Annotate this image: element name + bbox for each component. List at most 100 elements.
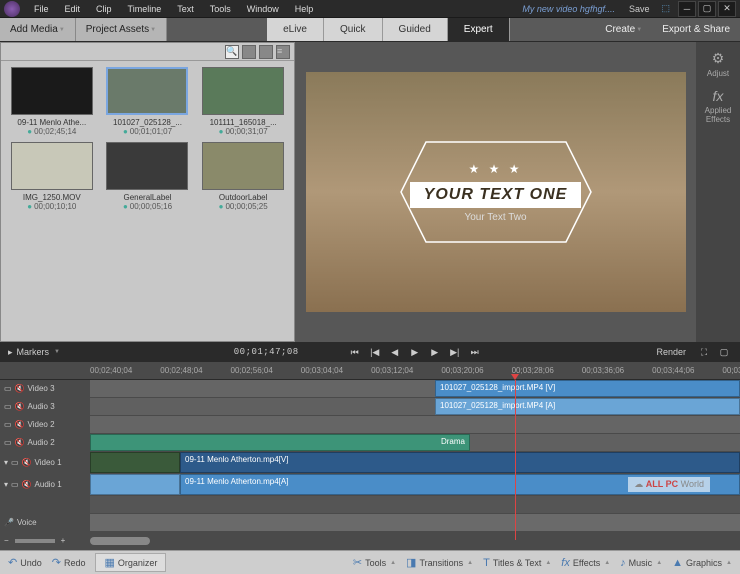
titles-button[interactable]: TTitles & Text▲ — [483, 557, 551, 569]
mute-icon[interactable]: 🔇 — [22, 480, 32, 489]
grid-view-icon[interactable] — [242, 45, 256, 59]
ruler-tick: 00;02;40;04 — [90, 366, 132, 375]
ruler-tick: 00;03;36;06 — [582, 366, 624, 375]
playback-bar: ▸ Markers▼ 00;01;47;08 ⏮ |◀ ◀ ▶ ▶ ▶| ⏭ R… — [0, 342, 740, 362]
organizer-button[interactable]: ▦Organizer — [95, 553, 166, 572]
right-rail: ⚙Adjust fxApplied Effects — [696, 42, 740, 342]
clip-audio2[interactable]: Drama — [90, 434, 470, 451]
timeline: ▭🔇Video 3 101027_025128_import.MP4 [V] ▭… — [0, 380, 740, 550]
clip-audio1-a[interactable] — [90, 474, 180, 495]
asset-duration: 00;00;31;07 — [198, 127, 288, 136]
tab-guided[interactable]: Guided — [383, 18, 448, 41]
clip-video1[interactable]: 09-11 Menlo Atherton.mp4[V] — [180, 452, 740, 473]
clip-thumb-1[interactable] — [90, 452, 180, 473]
track-video2: ▭🔇Video 2 — [0, 416, 740, 434]
maximize-button[interactable]: ▢ — [698, 1, 716, 17]
menu-window[interactable]: Window — [239, 2, 287, 16]
eye-icon[interactable]: ▭ — [4, 402, 12, 411]
track-audio2: ▭🔇Audio 2 Drama — [0, 434, 740, 452]
clip-audio3[interactable]: 101027_025128_import.MP4 [A] — [435, 398, 740, 415]
safe-margins-icon[interactable]: ▢ — [716, 347, 732, 358]
export-share-button[interactable]: Export & Share — [652, 18, 740, 41]
create-button[interactable]: Create▼ — [595, 18, 652, 41]
effects-button[interactable]: fxEffects▲ — [561, 557, 610, 569]
preview-frame[interactable]: ★ ★ ★ YOUR TEXT ONE Your Text Two — [306, 72, 686, 312]
search-icon[interactable]: 🔍 — [225, 45, 239, 59]
asset-item[interactable]: IMG_1250.MOV 00;00;10;10 — [7, 142, 97, 211]
eye-icon[interactable]: ▭ — [4, 420, 12, 429]
menu-help[interactable]: Help — [287, 2, 322, 16]
applied-effects-button[interactable]: fxApplied Effects — [701, 88, 735, 124]
step-back-icon[interactable]: |◀ — [367, 347, 383, 358]
asset-duration: 00;00;10;10 — [7, 202, 97, 211]
add-media-button[interactable]: Add Media▼ — [0, 18, 76, 41]
asset-item[interactable]: GeneralLabel 00;00;05;16 — [103, 142, 193, 211]
tab-quick[interactable]: Quick — [324, 18, 383, 41]
playhead[interactable] — [515, 380, 516, 540]
mic-icon[interactable]: 🎤 — [4, 518, 14, 527]
menu-timeline[interactable]: Timeline — [120, 2, 170, 16]
bottom-toolbar: ↶Undo ↷Redo ▦Organizer ✂Tools▲ ◨Transiti… — [0, 550, 740, 574]
fullscreen-icon[interactable]: ⛶ — [696, 347, 712, 358]
eye-icon[interactable]: ▭ — [4, 384, 12, 393]
eye-icon[interactable]: ▭ — [11, 458, 19, 467]
goto-start-icon[interactable]: ⏮ — [347, 347, 363, 358]
stars-icons: ★ ★ ★ — [410, 162, 582, 176]
undo-button[interactable]: ↶Undo — [8, 556, 42, 569]
clip-video3[interactable]: 101027_025128_import.MP4 [V] — [435, 380, 740, 397]
eye-icon[interactable]: ▭ — [11, 480, 19, 489]
eye-icon[interactable]: ▭ — [4, 438, 12, 447]
menu-clip[interactable]: Clip — [88, 2, 120, 16]
minimize-button[interactable]: ─ — [678, 1, 696, 17]
list-view-icon[interactable] — [259, 45, 273, 59]
tab-elive[interactable]: eLive — [267, 18, 324, 41]
zoom-out-icon[interactable]: − — [4, 536, 9, 545]
asset-item[interactable]: 101027_025128_... 00;01;01;07 — [103, 67, 193, 136]
asset-name: IMG_1250.MOV — [7, 193, 97, 202]
asset-item[interactable]: 101111_165018_... 00;00;31;07 — [198, 67, 288, 136]
mute-icon[interactable]: 🔇 — [15, 384, 25, 393]
h-scrollbar[interactable] — [90, 537, 150, 545]
zoom-in-icon[interactable]: + — [61, 536, 66, 545]
asset-item[interactable]: OutdoorLabel 00;00;05;25 — [198, 142, 288, 211]
redo-button[interactable]: ↷Redo — [52, 556, 86, 569]
render-button[interactable]: Render — [656, 347, 686, 357]
fx-icon: fx — [561, 557, 570, 569]
next-frame-icon[interactable]: ▶ — [427, 347, 443, 358]
asset-duration: 00;01;01;07 — [103, 127, 193, 136]
play-icon[interactable]: ▶ — [407, 347, 423, 358]
adjust-button[interactable]: ⚙Adjust — [701, 50, 735, 78]
project-assets-button[interactable]: Project Assets▼ — [76, 18, 167, 41]
mute-icon[interactable]: 🔇 — [15, 438, 25, 447]
menu-tools[interactable]: Tools — [202, 2, 239, 16]
save-button[interactable]: Save — [623, 4, 656, 14]
transitions-button[interactable]: ◨Transitions▲ — [406, 556, 473, 569]
topbar: Add Media▼ Project Assets▼ eLive Quick G… — [0, 18, 740, 42]
mute-icon[interactable]: 🔇 — [15, 420, 25, 429]
prev-frame-icon[interactable]: ◀ — [387, 347, 403, 358]
mute-icon[interactable]: 🔇 — [15, 402, 25, 411]
tools-button[interactable]: ✂Tools▲ — [353, 556, 396, 569]
asset-name: 101111_165018_... — [198, 118, 288, 127]
tab-expert[interactable]: Expert — [448, 18, 510, 41]
asset-item[interactable]: 09-11 Menlo Athe... 00;02;45;14 — [7, 67, 97, 136]
music-button[interactable]: ♪Music▲ — [620, 557, 662, 569]
markers-button[interactable]: Markers — [17, 347, 50, 357]
tools-icon: ✂ — [353, 556, 362, 569]
asset-thumb — [11, 67, 93, 115]
menu-file[interactable]: File — [26, 2, 57, 16]
panel-menu-icon[interactable]: ≡ — [276, 45, 290, 59]
menu-edit[interactable]: Edit — [57, 2, 89, 16]
step-fwd-icon[interactable]: ▶| — [447, 347, 463, 358]
titles-icon: T — [483, 557, 490, 569]
cart-icon[interactable]: ⬚ — [655, 3, 676, 14]
close-button[interactable]: ✕ — [718, 1, 736, 17]
goto-end-icon[interactable]: ⏭ — [467, 347, 483, 358]
graphics-button[interactable]: ▲Graphics▲ — [672, 557, 732, 569]
fx-icon: fx — [701, 88, 735, 104]
preview-monitor: ★ ★ ★ YOUR TEXT ONE Your Text Two — [295, 42, 696, 342]
project-assets-panel: 🔍 ≡ 09-11 Menlo Athe... 00;02;45;14 1010… — [0, 42, 295, 342]
mute-icon[interactable]: 🔇 — [22, 458, 32, 467]
menu-text[interactable]: Text — [169, 2, 202, 16]
timeline-ruler[interactable]: 00;02;40;0400;02;48;0400;02;56;0400;03;0… — [0, 362, 740, 380]
